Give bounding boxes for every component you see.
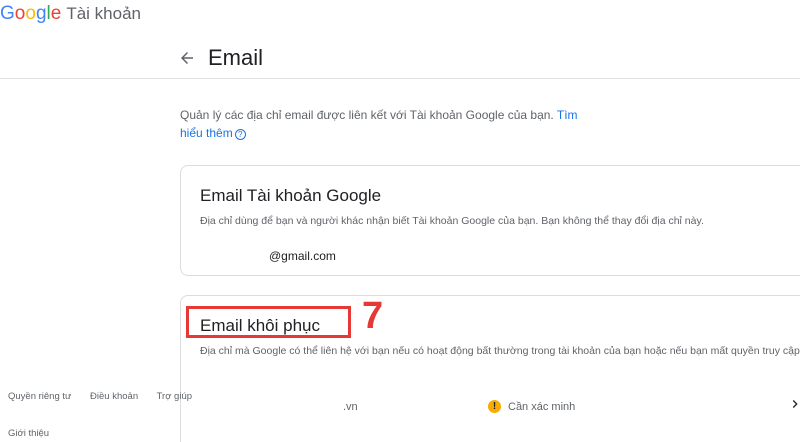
about-link[interactable]: Giới thiệu	[8, 428, 49, 439]
help-circle-icon[interactable]: ?	[234, 129, 246, 140]
google-account-logo[interactable]: Google Tài khoản	[0, 3, 141, 25]
privacy-link[interactable]: Quyền riêng tư	[8, 391, 71, 402]
recovery-email-row[interactable]: .vn ! Cần xác minh	[180, 393, 800, 423]
help-link[interactable]: Trợ giúp	[157, 391, 192, 402]
logo-letter: o	[14, 3, 26, 24]
account-email-card-description: Địa chỉ dùng để bạn và người khác nhận b…	[200, 215, 704, 227]
verification-status: Cần xác minh	[508, 401, 576, 413]
intro-text: Quản lý các địa chỉ email được liên kết …	[180, 108, 554, 122]
recovery-email-value: .vn	[343, 401, 358, 413]
terms-link[interactable]: Điều khoản	[90, 391, 138, 402]
back-arrow-icon[interactable]	[178, 49, 198, 69]
logo-letter: o	[25, 3, 36, 24]
logo-letter: g	[35, 3, 47, 24]
logo-letter: e	[50, 3, 62, 24]
account-email-card: Email Tài khoản Google Địa chỉ dùng để b…	[180, 165, 800, 276]
annotation-highlight-box	[186, 306, 351, 338]
logo-letter: G	[0, 3, 15, 24]
page-title: Email	[208, 45, 264, 70]
page-intro: Quản lý các địa chỉ email được liên kết …	[180, 106, 600, 142]
header-divider	[0, 78, 800, 79]
product-name: Tài khoản	[66, 4, 141, 23]
chevron-right-icon	[788, 397, 800, 415]
top-bar: Google Tài khoản	[0, 0, 800, 48]
recovery-email-card-description: Địa chỉ mà Google có thể liên hệ với bạn…	[200, 345, 800, 357]
annotation-step-number: 7	[362, 295, 384, 337]
account-email-card-title: Email Tài khoản Google	[200, 186, 382, 205]
account-email-value: @gmail.com	[269, 249, 336, 263]
footer-links: Quyền riêng tư Điều khoản Trợ giúp	[8, 391, 208, 402]
warning-icon: !	[488, 400, 501, 413]
